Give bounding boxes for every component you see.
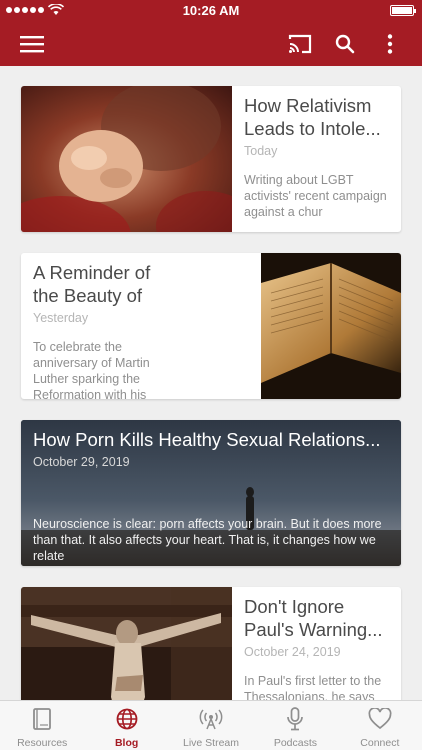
- search-button[interactable]: [329, 28, 361, 60]
- post-title: How Porn Kills Healthy Sexual Relations.…: [33, 429, 381, 450]
- tab-label: Live Stream: [183, 737, 240, 749]
- post-excerpt: Neuroscience is clear: porn affects your…: [33, 517, 382, 563]
- post-thumbnail: [21, 86, 256, 232]
- globe-icon: [116, 708, 138, 730]
- cast-button[interactable]: [284, 28, 316, 60]
- post-card[interactable]: How Relativism Leads to Intole... Today …: [21, 86, 401, 232]
- battery-icon: [390, 5, 416, 16]
- post-card[interactable]: A Reminder of the Beauty of Justificatio…: [21, 253, 401, 399]
- heart-icon: [368, 708, 392, 730]
- open-bible-photo: [261, 253, 401, 399]
- more-vertical-icon: [387, 34, 393, 54]
- post-thumbnail: [21, 587, 232, 700]
- post-excerpt: To celebrate the anniversary of Martin L…: [33, 340, 150, 399]
- search-icon: [335, 34, 355, 54]
- tab-label: Resources: [17, 737, 68, 749]
- tab-label: Podcasts: [273, 737, 318, 749]
- post-text: Don't Ignore Paul's Warning... October 2…: [232, 587, 401, 700]
- status-bar: 10:26 AM: [0, 0, 422, 22]
- broadcast-icon: [199, 709, 223, 730]
- microphone-icon: [287, 707, 304, 731]
- tab-podcasts[interactable]: Podcasts: [253, 701, 337, 750]
- post-title: A Reminder of the Beauty of Justificatio…: [33, 262, 151, 306]
- tab-label: Blog: [114, 737, 139, 749]
- menu-button[interactable]: [16, 28, 48, 60]
- more-button[interactable]: [374, 28, 406, 60]
- post-text: A Reminder of the Beauty of Justificatio…: [21, 253, 190, 399]
- fist-photo: [21, 86, 256, 232]
- post-date: Today: [244, 144, 278, 158]
- blog-feed[interactable]: How Relativism Leads to Intole... Today …: [0, 66, 422, 700]
- tab-resources[interactable]: Resources: [0, 701, 84, 750]
- status-time: 10:26 AM: [182, 3, 240, 18]
- tab-live-stream[interactable]: Live Stream: [169, 701, 253, 750]
- book-icon: [33, 708, 52, 730]
- post-date: October 29, 2019: [33, 455, 130, 469]
- post-thumbnail: [261, 253, 401, 399]
- post-card-featured[interactable]: How Porn Kills Healthy Sexual Relations.…: [21, 420, 401, 566]
- post-date: October 24, 2019: [244, 645, 341, 659]
- post-card[interactable]: Don't Ignore Paul's Warning... October 2…: [21, 587, 401, 700]
- crucifix-statue-photo: [21, 587, 232, 700]
- post-excerpt: In Paul's first letter to the Thessaloni…: [244, 674, 382, 700]
- post-title: Don't Ignore Paul's Warning...: [244, 596, 383, 640]
- tab-label: Connect: [360, 737, 400, 749]
- app-bar: [0, 22, 422, 66]
- post-date: Yesterday: [33, 311, 89, 325]
- tab-connect[interactable]: Connect: [338, 701, 422, 750]
- post-title: How Relativism Leads to Intole...: [244, 95, 381, 139]
- tab-bar: Resources Blog Live Stream Podcasts Conn…: [0, 700, 422, 750]
- cast-icon: [288, 34, 312, 54]
- post-text: How Relativism Leads to Intole... Today …: [232, 86, 401, 232]
- post-excerpt: Writing about LGBT activists' recent cam…: [244, 173, 387, 219]
- menu-icon: [20, 36, 44, 53]
- tab-blog[interactable]: Blog: [84, 701, 168, 750]
- post-text: How Porn Kills Healthy Sexual Relations.…: [33, 428, 389, 563]
